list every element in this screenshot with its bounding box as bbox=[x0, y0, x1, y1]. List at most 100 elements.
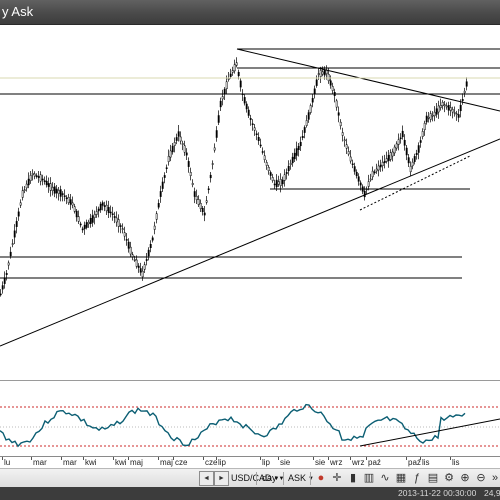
oscillator-line bbox=[0, 403, 466, 448]
crosshair-tool-icon[interactable]: ✛ bbox=[330, 471, 344, 485]
candle-body bbox=[279, 178, 282, 187]
candle-body bbox=[205, 200, 208, 203]
candle-body bbox=[441, 101, 444, 107]
candle-body bbox=[69, 199, 72, 205]
candle-body bbox=[363, 190, 366, 198]
candle-body bbox=[119, 225, 122, 227]
zoom-out-icon[interactable]: ⊖ bbox=[474, 471, 488, 485]
candle-body bbox=[313, 88, 316, 95]
candle-body bbox=[371, 170, 374, 178]
candle-body bbox=[23, 189, 26, 191]
candle-body bbox=[103, 205, 106, 207]
candle-body bbox=[163, 175, 166, 178]
candle-body bbox=[15, 221, 18, 227]
candle-body bbox=[337, 112, 340, 116]
candle-body bbox=[455, 113, 458, 116]
candle-body bbox=[351, 163, 354, 166]
price-chart[interactable] bbox=[0, 24, 500, 380]
candle-body bbox=[269, 172, 272, 176]
time-axis-label: paź bbox=[368, 458, 381, 467]
candle-body bbox=[185, 152, 188, 156]
candle-body bbox=[257, 137, 260, 141]
candle-body bbox=[139, 268, 142, 273]
candle-body bbox=[293, 152, 296, 160]
candle-body bbox=[31, 173, 34, 175]
candle-body bbox=[445, 105, 448, 108]
candle-body bbox=[403, 139, 406, 146]
candle-body bbox=[307, 112, 310, 120]
candle-body bbox=[203, 212, 206, 216]
time-axis-tick bbox=[406, 457, 407, 460]
candle-body bbox=[217, 115, 220, 123]
scroll-right-button[interactable]: ► bbox=[214, 471, 229, 486]
candle-body bbox=[395, 143, 398, 149]
time-axis-label: lip bbox=[218, 458, 227, 467]
candle-body bbox=[41, 178, 44, 181]
candle-body bbox=[415, 153, 418, 155]
candle-body bbox=[399, 137, 402, 140]
candle-body bbox=[75, 210, 78, 218]
candle-body bbox=[379, 164, 382, 168]
candle-body bbox=[151, 237, 154, 241]
candle-body bbox=[385, 158, 388, 162]
candle-body bbox=[419, 140, 422, 143]
trendline-lower-support bbox=[0, 138, 500, 347]
settings-icon[interactable]: ⚙ bbox=[442, 471, 456, 485]
side-dropdown[interactable]: ASK▼ bbox=[285, 471, 317, 485]
candle-body bbox=[225, 81, 228, 89]
candle-body bbox=[267, 166, 270, 172]
candle-body bbox=[449, 107, 452, 111]
candle-body bbox=[335, 100, 338, 108]
candle-body bbox=[439, 105, 442, 108]
candle-body bbox=[17, 211, 20, 217]
candle-body bbox=[35, 175, 38, 177]
candle-body bbox=[285, 172, 288, 174]
candle-body bbox=[141, 270, 144, 278]
grid-icon[interactable]: ▦ bbox=[394, 471, 408, 485]
pin-icon[interactable]: ● bbox=[314, 471, 328, 485]
candle-body bbox=[89, 218, 92, 224]
candle-body bbox=[213, 147, 216, 151]
candle-body bbox=[211, 163, 214, 165]
bar-chart-icon[interactable]: ▥ bbox=[362, 471, 376, 485]
candle-body bbox=[423, 122, 426, 131]
candle-body bbox=[413, 156, 416, 162]
candle-body bbox=[137, 265, 140, 268]
candle-body bbox=[155, 213, 158, 220]
candle-body bbox=[201, 207, 204, 213]
oscillator-panel[interactable] bbox=[0, 381, 500, 456]
candle-body bbox=[375, 168, 378, 172]
trendlines bbox=[0, 48, 500, 347]
candle-body bbox=[297, 145, 300, 151]
candle-body bbox=[65, 197, 68, 200]
candle-body bbox=[63, 195, 66, 197]
candle-body bbox=[433, 111, 436, 117]
candle-body bbox=[311, 98, 314, 103]
candle-body bbox=[3, 277, 6, 284]
candle-body bbox=[243, 97, 246, 104]
candle-body bbox=[437, 105, 440, 113]
zoom-in-icon[interactable]: ⊕ bbox=[458, 471, 472, 485]
time-axis-tick bbox=[203, 457, 204, 460]
scroll-left-button[interactable]: ◄ bbox=[199, 471, 214, 486]
time-axis-tick bbox=[328, 457, 329, 460]
line-chart-icon[interactable]: ∿ bbox=[378, 471, 392, 485]
time-axis-tick bbox=[313, 457, 314, 460]
time-axis-label: paź bbox=[408, 458, 421, 467]
candle-body bbox=[0, 293, 2, 296]
candle-body bbox=[181, 143, 184, 145]
more-icon[interactable]: » bbox=[488, 471, 500, 485]
candle-body bbox=[145, 259, 148, 261]
candle-body bbox=[55, 188, 58, 194]
candle-body bbox=[93, 214, 96, 218]
candle-body bbox=[289, 163, 292, 165]
template-icon[interactable]: ▤ bbox=[426, 471, 440, 485]
candle-body bbox=[45, 180, 48, 186]
candle-body bbox=[373, 171, 376, 174]
indicators-icon[interactable]: ƒ bbox=[410, 471, 424, 485]
side-dropdown-label: ASK bbox=[288, 473, 307, 483]
candle-body bbox=[113, 216, 116, 218]
candle-chart-icon[interactable]: ▮ bbox=[346, 471, 360, 485]
candle-body bbox=[235, 62, 238, 66]
candle-body bbox=[27, 178, 30, 186]
